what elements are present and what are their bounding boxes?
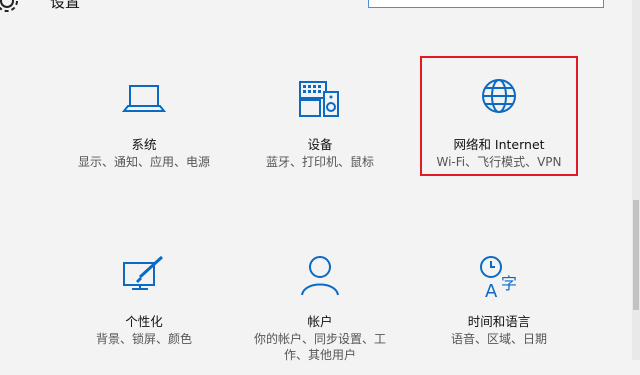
page-title: 设置 <box>50 0 81 11</box>
highlight-frame <box>420 56 578 176</box>
tile-description: 你的帐户、同步设置、工作、其他用户 <box>253 332 386 362</box>
top-bar: 设置 <box>0 0 640 14</box>
tile-accounts[interactable]: 帐户 你的帐户、同步设置、工作、其他用户 <box>240 255 400 375</box>
devices-icon <box>299 81 339 117</box>
tile-devices[interactable]: 设备 蓝牙、打印机、鼠标 <box>240 78 400 198</box>
svg-text:字: 字 <box>501 274 517 293</box>
tile-description: 背景、锁屏、颜色 <box>95 332 192 346</box>
tile-name: 帐户 <box>307 314 333 329</box>
tile-description: 蓝牙、打印机、鼠标 <box>265 155 374 169</box>
tile-time-language[interactable]: A 字 时间和语言 语音、区域、日期 <box>419 255 579 375</box>
tile-system[interactable]: 系统 显示、通知、应用、电源 <box>64 78 224 198</box>
tile-name: 个性化 <box>125 314 163 329</box>
tile-personalization[interactable]: 个性化 背景、锁屏、颜色 <box>64 255 224 375</box>
person-icon <box>301 256 339 296</box>
svg-text:A: A <box>485 281 498 302</box>
time-language-icon: A 字 <box>480 256 517 302</box>
scrollbar[interactable] <box>632 0 640 360</box>
tile-name: 设备 <box>307 137 333 152</box>
tile-name: 时间和语言 <box>467 314 531 329</box>
scrollbar-thumb[interactable] <box>633 200 639 310</box>
search-input[interactable] <box>368 0 604 8</box>
tile-description: 显示、通知、应用、电源 <box>77 155 210 169</box>
personalize-icon <box>123 255 164 290</box>
laptop-icon <box>121 85 167 112</box>
tile-description: 语音、区域、日期 <box>450 332 547 346</box>
tile-name: 系统 <box>131 137 157 152</box>
gear-icon <box>0 0 18 12</box>
